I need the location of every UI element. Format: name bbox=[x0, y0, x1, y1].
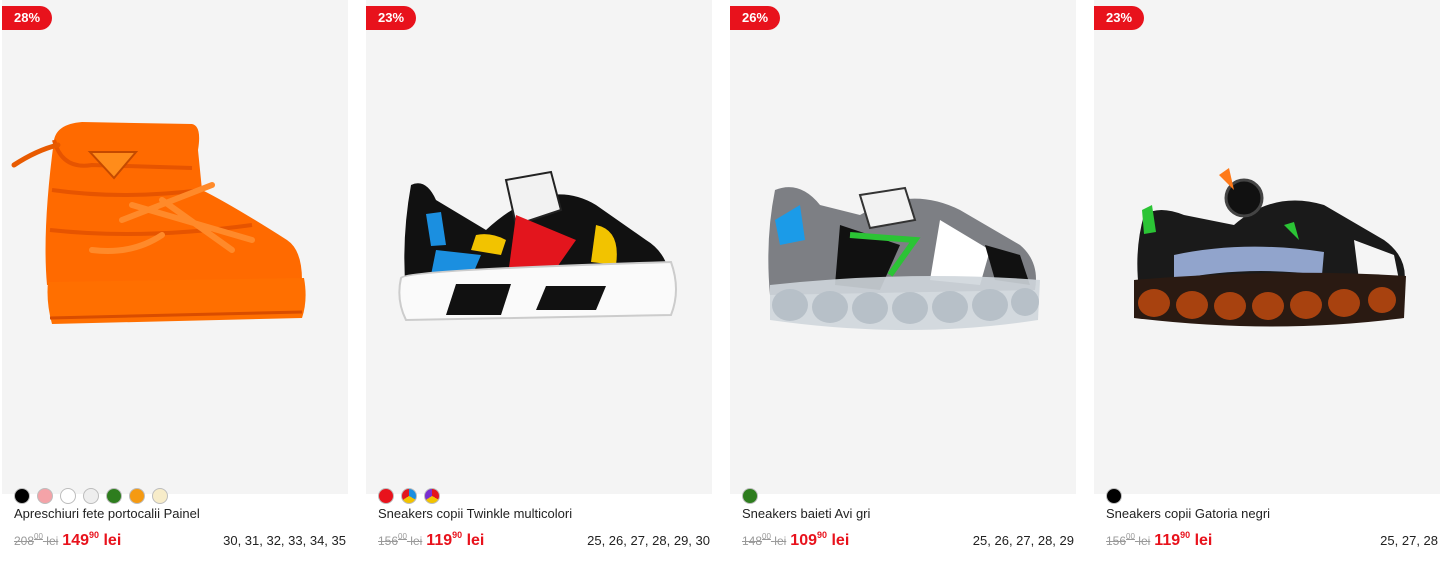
color-swatch-multicolor-2[interactable] bbox=[424, 488, 440, 504]
product-image-area[interactable]: 23% bbox=[366, 0, 712, 494]
discount-badge: 23% bbox=[366, 6, 417, 30]
discount-badge: 28% bbox=[2, 6, 53, 30]
old-price: 20800 lei bbox=[14, 532, 59, 548]
product-title[interactable]: Sneakers copii Gatoria negri bbox=[1106, 506, 1270, 521]
color-swatches bbox=[1106, 488, 1122, 504]
grey-sneaker-image bbox=[730, 0, 1076, 494]
color-swatches bbox=[742, 488, 758, 504]
product-card[interactable]: 28% Apreschiuri fete portocalii Painel 2… bbox=[2, 0, 348, 564]
color-swatch-white[interactable] bbox=[60, 488, 76, 504]
product-card[interactable]: 26% Sneakers baieti Avi gri 14800 lei 10… bbox=[730, 0, 1076, 564]
color-swatch-green[interactable] bbox=[106, 488, 122, 504]
available-sizes: 25, 26, 27, 28, 29, 30 bbox=[587, 533, 710, 548]
discount-badge: 26% bbox=[730, 6, 781, 30]
old-price: 14800 lei bbox=[742, 532, 787, 548]
multicolor-sneaker-image bbox=[366, 0, 712, 494]
color-swatch-black[interactable] bbox=[1106, 488, 1122, 504]
product-title[interactable]: Apreschiuri fete portocalii Painel bbox=[14, 506, 200, 521]
color-swatch-pink[interactable] bbox=[37, 488, 53, 504]
price-row: 15600 lei 11990 lei 25, 26, 27, 28, 29, … bbox=[378, 530, 710, 552]
product-card[interactable]: 23% Sneakers copii Gatoria negri 15600 l… bbox=[1094, 0, 1440, 564]
product-title[interactable]: Sneakers baieti Avi gri bbox=[742, 506, 870, 521]
product-image-area[interactable]: 23% bbox=[1094, 0, 1440, 494]
product-image-area[interactable]: 26% bbox=[730, 0, 1076, 494]
available-sizes: 30, 31, 32, 33, 34, 35 bbox=[223, 533, 346, 548]
color-swatch-red[interactable] bbox=[378, 488, 394, 504]
discount-badge: 23% bbox=[1094, 6, 1145, 30]
orange-snow-boot-image bbox=[2, 0, 348, 494]
price-row: 15600 lei 11990 lei 25, 27, 28 bbox=[1106, 530, 1438, 552]
product-grid: 28% Apreschiuri fete portocalii Painel 2… bbox=[0, 0, 1441, 564]
color-swatch-orange[interactable] bbox=[129, 488, 145, 504]
color-swatch-green[interactable] bbox=[742, 488, 758, 504]
available-sizes: 25, 27, 28 bbox=[1380, 533, 1438, 548]
black-sneaker-image bbox=[1094, 0, 1440, 494]
new-price: 14990 lei bbox=[62, 530, 122, 549]
old-price: 15600 lei bbox=[378, 532, 423, 548]
color-swatch-black[interactable] bbox=[14, 488, 30, 504]
color-swatches bbox=[378, 488, 440, 504]
old-price: 15600 lei bbox=[1106, 532, 1151, 548]
new-price: 11990 lei bbox=[426, 530, 485, 549]
available-sizes: 25, 26, 27, 28, 29 bbox=[972, 533, 1074, 548]
price-row: 14800 lei 10990 lei 25, 26, 27, 28, 29 bbox=[742, 530, 1074, 552]
color-swatch-light-grey[interactable] bbox=[83, 488, 99, 504]
color-swatches bbox=[14, 488, 168, 504]
new-price: 11990 lei bbox=[1154, 530, 1213, 549]
new-price: 10990 lei bbox=[790, 530, 850, 549]
color-swatch-multicolor[interactable] bbox=[401, 488, 417, 504]
product-card[interactable]: 23% Sneakers copii Twinkle multicolori 1… bbox=[366, 0, 712, 564]
product-title[interactable]: Sneakers copii Twinkle multicolori bbox=[378, 506, 572, 521]
color-swatch-cream[interactable] bbox=[152, 488, 168, 504]
price-row: 20800 lei 14990 lei 30, 31, 32, 33, 34, … bbox=[14, 530, 346, 552]
product-image-area[interactable]: 28% bbox=[2, 0, 348, 494]
